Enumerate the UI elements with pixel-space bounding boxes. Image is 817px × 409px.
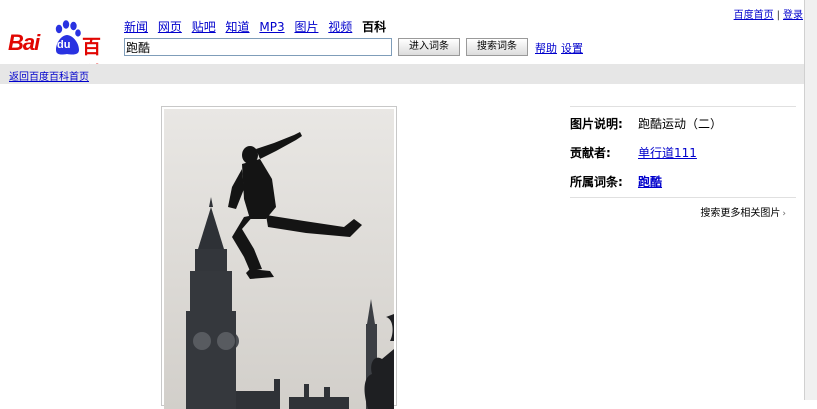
- help-link[interactable]: 帮助: [535, 40, 557, 56]
- caption-label: 图片说明:: [570, 117, 623, 131]
- nav-news[interactable]: 新闻: [124, 20, 148, 34]
- vertical-scrollbar[interactable]: [804, 0, 817, 400]
- nav-video[interactable]: 视频: [328, 20, 352, 34]
- nav-tieba[interactable]: 贴吧: [192, 20, 216, 34]
- nav-baike-current: 百科: [362, 20, 387, 34]
- info-row-caption: 图片说明: 跑酷运动（二）: [570, 107, 796, 136]
- top-links-separator: |: [776, 10, 780, 21]
- info-row-entry: 所属词条: 跑酷: [570, 165, 796, 194]
- parkour-photo[interactable]: [164, 109, 394, 409]
- entry-label: 所属词条:: [570, 175, 623, 189]
- caption-value: 跑酷运动（二）: [638, 117, 723, 131]
- baidu-baike-logo[interactable]: Bai du 百科: [8, 18, 118, 85]
- nav-images[interactable]: 图片: [294, 20, 318, 34]
- nav-web[interactable]: 网页: [158, 20, 182, 34]
- photo-frame: [161, 106, 397, 409]
- logo-bai-text: Bai: [8, 30, 40, 55]
- search-entry-button[interactable]: 搜索词条: [466, 38, 528, 56]
- image-info-panel: 图片说明: 跑酷运动（二） 贡献者: 单行道111 所属词条: 跑酷 搜索更多相…: [570, 106, 796, 219]
- info-row-contributor: 贡献者: 单行道111: [570, 136, 796, 165]
- breadcrumb-bar: 返回百度百科首页: [0, 64, 805, 84]
- chevron-right-icon: ›: [782, 209, 786, 219]
- baidu-home-link[interactable]: 百度首页: [734, 10, 774, 21]
- login-link[interactable]: 登录: [783, 10, 803, 21]
- contributor-link[interactable]: 单行道111: [638, 144, 697, 161]
- contributor-label: 贡献者:: [570, 146, 611, 160]
- logo-du-text: du: [57, 39, 71, 51]
- nav-mp3[interactable]: MP3: [259, 20, 284, 34]
- entry-link[interactable]: 跑酷: [638, 173, 662, 190]
- search-more-images-link[interactable]: 搜索更多相关图片 ›: [700, 204, 786, 219]
- top-links: 百度首页 | 登录: [734, 6, 803, 21]
- enter-entry-button[interactable]: 进入词条: [398, 38, 460, 56]
- info-divider-bottom: [570, 197, 796, 198]
- settings-link[interactable]: 设置: [561, 40, 583, 56]
- back-to-baike-home-link[interactable]: 返回百度百科首页: [9, 68, 89, 83]
- product-nav: 新闻 网页 贴吧 知道 MP3 图片 视频 百科: [124, 18, 392, 35]
- search-input[interactable]: [124, 38, 392, 56]
- nav-zhidao[interactable]: 知道: [226, 20, 250, 34]
- search-more-label: 搜索更多相关图片: [700, 208, 781, 219]
